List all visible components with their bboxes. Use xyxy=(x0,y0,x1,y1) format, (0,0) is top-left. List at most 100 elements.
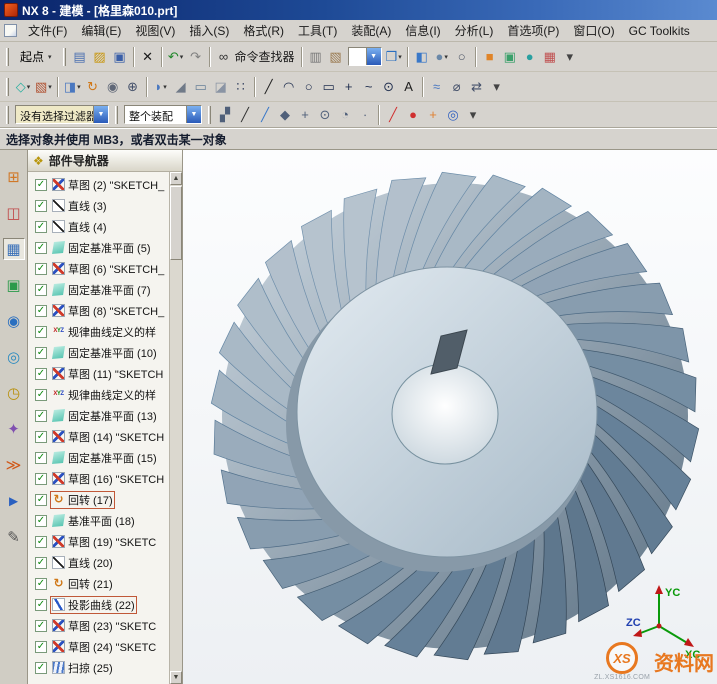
dropdown-arrow-icon[interactable]: ▾ xyxy=(27,83,31,91)
part-navigator-header[interactable]: ❖ 部件导航器 xyxy=(28,150,182,172)
menu-view[interactable]: 视图(V) xyxy=(128,20,182,41)
sweep-icon[interactable]: ≈ xyxy=(427,77,447,97)
title-bar[interactable]: NX 8 - 建模 - [格里森010.prt] xyxy=(0,0,717,20)
visibility-checkbox[interactable]: ✓ xyxy=(35,431,47,443)
dropdown-arrow-icon[interactable]: ▾ xyxy=(180,53,184,61)
revolve-icon[interactable]: ↻ xyxy=(83,77,103,97)
hole-icon[interactable]: ◉ xyxy=(103,77,123,97)
hd3d-tools-icon[interactable]: ◉ xyxy=(3,310,25,332)
move-object-icon[interactable]: ⇄ xyxy=(467,77,487,97)
toolbar-grip[interactable] xyxy=(6,48,9,66)
visibility-checkbox[interactable]: ✓ xyxy=(35,200,47,212)
command-finder-icon[interactable]: ∞ xyxy=(214,47,234,67)
line-icon[interactable]: ╱ xyxy=(259,77,279,97)
snap-control-point-icon[interactable]: ◆ xyxy=(275,105,295,125)
dropdown-arrow-icon[interactable]: ▼ xyxy=(186,106,201,123)
tree-item[interactable]: ✓回转 (21) xyxy=(28,573,169,594)
copy-display-icon[interactable]: ▥ xyxy=(306,47,326,67)
snap-point-icon[interactable]: ∙ xyxy=(355,105,375,125)
reuse-library-icon[interactable]: ▣ xyxy=(3,274,25,296)
ellipse-icon[interactable]: ⊙ xyxy=(379,77,399,97)
scroll-thumb[interactable] xyxy=(170,186,182,260)
pattern-feature-icon[interactable]: ∷ xyxy=(231,77,251,97)
highlight-point-icon[interactable]: ● xyxy=(403,105,423,125)
visibility-checkbox[interactable]: ✓ xyxy=(35,305,47,317)
dropdown-arrow-icon[interactable]: ▾ xyxy=(163,83,167,91)
shaded-view-icon[interactable]: ●▾ xyxy=(432,47,452,67)
circle-icon[interactable]: ○ xyxy=(299,77,319,97)
snap-enable-icon[interactable]: ▞ xyxy=(215,105,235,125)
menu-format[interactable]: 格式(R) xyxy=(236,20,291,41)
visibility-checkbox[interactable]: ✓ xyxy=(35,662,47,674)
snap-quadrant-icon[interactable]: ◔ xyxy=(335,105,355,125)
toolbar-grip[interactable] xyxy=(115,106,118,124)
toolbar-overflow-icon[interactable]: ▾ xyxy=(487,77,507,97)
tree-item[interactable]: ✓固定基准平面 (7) xyxy=(28,279,169,300)
tree-item[interactable]: ✓草图 (11) "SKETCH xyxy=(28,363,169,384)
menu-tools[interactable]: 工具(T) xyxy=(291,20,344,41)
constraint-navigator-icon[interactable]: ◫ xyxy=(3,202,25,224)
snap-arc-center-icon[interactable]: ⊙ xyxy=(315,105,335,125)
roles-icon[interactable]: ► xyxy=(3,490,25,512)
dropdown-arrow-icon[interactable]: ▾ xyxy=(444,53,448,61)
menu-window[interactable]: 窗口(O) xyxy=(566,20,621,41)
visibility-checkbox[interactable]: ✓ xyxy=(35,389,47,401)
tree-item[interactable]: ✓固定基准平面 (10) xyxy=(28,342,169,363)
save-icon[interactable]: ▣ xyxy=(110,47,130,67)
paste-icon[interactable]: ▧ xyxy=(326,47,346,67)
redo-icon[interactable]: ↷ xyxy=(186,47,206,67)
point-icon[interactable]: + xyxy=(339,77,359,97)
visibility-checkbox[interactable]: ✓ xyxy=(35,536,47,548)
tree-item[interactable]: ✓草图 (8) "SKETCH_ xyxy=(28,300,169,321)
scroll-up-button[interactable]: ▲ xyxy=(170,172,182,185)
tree-item[interactable]: ✓草图 (6) "SKETCH_ xyxy=(28,258,169,279)
tree-item[interactable]: ✓固定基准平面 (13) xyxy=(28,405,169,426)
tree-item[interactable]: ✓草图 (19) "SKETC xyxy=(28,531,169,552)
toolbar-grip[interactable] xyxy=(6,78,9,96)
visibility-checkbox[interactable]: ✓ xyxy=(35,473,47,485)
visibility-checkbox[interactable]: ✓ xyxy=(35,410,47,422)
visibility-checkbox[interactable]: ✓ xyxy=(35,221,47,233)
edge-blend-icon[interactable]: ◗▾ xyxy=(151,77,171,97)
menu-assemblies[interactable]: 装配(A) xyxy=(344,20,398,41)
selection-filter-combo[interactable]: 没有选择过滤器▼ xyxy=(15,105,109,124)
dropdown-arrow-icon[interactable]: ▾ xyxy=(398,53,402,61)
tree-scrollbar[interactable]: ▲ ▼ xyxy=(169,172,182,684)
tree-item[interactable]: ✓扫掠 (25) xyxy=(28,657,169,678)
tree-item[interactable]: ✓XYZ规律曲线定义的样 xyxy=(28,384,169,405)
unite-icon[interactable]: ⊕ xyxy=(123,77,143,97)
tree-item[interactable]: ✓草图 (24) "SKETC xyxy=(28,636,169,657)
window-icon[interactable]: ❒▾ xyxy=(384,47,404,67)
tree-item[interactable]: ✓直线 (20) xyxy=(28,552,169,573)
sketch-icon[interactable]: ▧▾ xyxy=(33,77,54,97)
dropdown-arrow-icon[interactable]: ▼ xyxy=(93,106,108,123)
spline-icon[interactable]: ~ xyxy=(359,77,379,97)
process-studio-icon[interactable]: ✦ xyxy=(3,418,25,440)
assembly-navigator-icon[interactable]: ⊞ xyxy=(3,166,25,188)
visibility-checkbox[interactable]: ✓ xyxy=(35,284,47,296)
tree-item[interactable]: ✓基准平面 (18) xyxy=(28,510,169,531)
shell-icon[interactable]: ▭ xyxy=(191,77,211,97)
visibility-checkbox[interactable]: ✓ xyxy=(35,368,47,380)
text-icon[interactable]: A xyxy=(399,77,419,97)
tree-item[interactable]: ✓草图 (14) "SKETCH xyxy=(28,426,169,447)
selection-scope-combo[interactable]: 整个装配▼ xyxy=(124,105,202,124)
visibility-checkbox[interactable]: ✓ xyxy=(35,641,47,653)
web-browser-icon[interactable]: ◎ xyxy=(3,346,25,368)
open-file-icon[interactable]: ▨ xyxy=(90,47,110,67)
graphics-window[interactable]: YC XC ZC XS ZL.XS1616.COM 资料网 xyxy=(183,150,717,684)
menu-preferences[interactable]: 首选项(P) xyxy=(500,20,566,41)
visibility-checkbox[interactable]: ✓ xyxy=(35,179,47,191)
tree-item[interactable]: ✓固定基准平面 (5) xyxy=(28,237,169,258)
tree-item[interactable]: ✓草图 (23) "SKETC xyxy=(28,615,169,636)
target-icon[interactable]: ◎ xyxy=(443,105,463,125)
isometric-view-icon[interactable]: ◧ xyxy=(412,47,432,67)
toolbar-grip[interactable] xyxy=(63,48,66,66)
toolbar-overflow-icon[interactable]: ▾ xyxy=(560,47,580,67)
toolbar-grip[interactable] xyxy=(6,106,9,124)
snap-midpoint-icon[interactable]: ╱ xyxy=(255,105,275,125)
toolbar-grip[interactable] xyxy=(208,106,211,124)
wizard-icon[interactable]: ≫ xyxy=(3,454,25,476)
tree-item[interactable]: ✓投影曲线 (22) xyxy=(28,594,169,615)
visibility-checkbox[interactable]: ✓ xyxy=(35,599,47,611)
